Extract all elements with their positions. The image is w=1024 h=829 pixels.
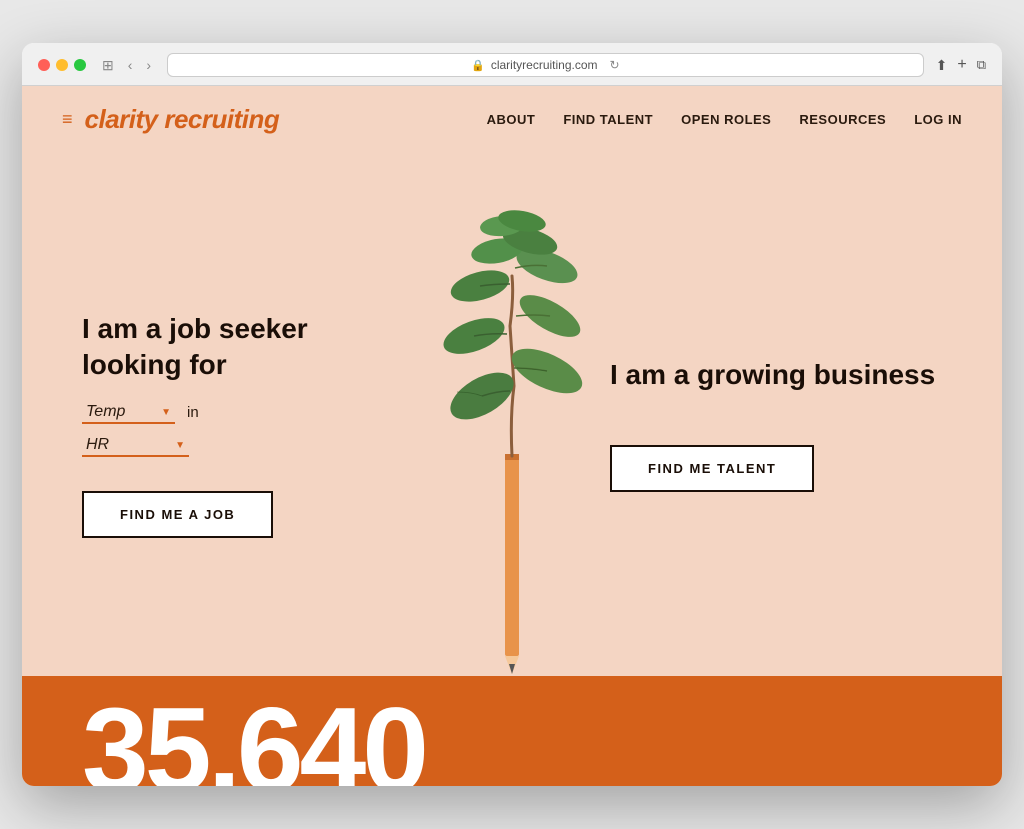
hero-right-panel: I am a growing business FIND ME TALENT: [610, 173, 1002, 676]
job-type-row: Temp Full-time Part-time Contract ▼ in: [82, 401, 414, 424]
department-row: HR Finance Marketing IT Operations Sales…: [82, 434, 414, 457]
close-button[interactable]: [38, 59, 50, 71]
browser-nav-controls: ⊞ ‹ ›: [98, 55, 155, 76]
job-type-select[interactable]: Temp Full-time Part-time Contract: [82, 401, 175, 424]
url-text: clarityrecruiting.com: [491, 58, 598, 72]
forward-button[interactable]: ›: [142, 55, 155, 75]
find-me-job-button[interactable]: FIND ME A JOB: [82, 491, 273, 538]
hero-left-panel: I am a job seeker looking for Temp Full-…: [22, 173, 414, 676]
browser-actions: ⬆ + ⧉: [936, 56, 986, 74]
nav-find-talent[interactable]: FIND TALENT: [563, 112, 653, 127]
logo-area: ≡ clarity recruiting: [62, 104, 279, 135]
reload-icon[interactable]: ↻: [610, 58, 620, 72]
logo-text: clarity recruiting: [85, 104, 280, 135]
tabs-icon[interactable]: ⧉: [977, 57, 986, 73]
lock-icon: 🔒: [471, 59, 485, 72]
department-dropdown-wrapper: HR Finance Marketing IT Operations Sales…: [82, 434, 189, 457]
minimize-button[interactable]: [56, 59, 68, 71]
job-seeker-heading: I am a job seeker looking for: [82, 311, 414, 384]
traffic-lights: [38, 59, 86, 71]
nav-about[interactable]: ABOUT: [487, 112, 536, 127]
department-select[interactable]: HR Finance Marketing IT Operations Sales: [82, 434, 189, 457]
bottom-stats-section: 35,640: [22, 676, 1002, 786]
find-me-talent-button[interactable]: FIND ME TALENT: [610, 445, 814, 492]
growing-business-heading: I am a growing business: [610, 357, 935, 393]
stats-numbers: 35,640: [82, 696, 425, 786]
nav-open-roles[interactable]: OPEN ROLES: [681, 112, 771, 127]
main-nav: ≡ clarity recruiting ABOUT FIND TALENT O…: [22, 86, 1002, 153]
browser-layout-icon[interactable]: ⊞: [98, 55, 118, 76]
hero-section: I am a job seeker looking for Temp Full-…: [22, 153, 1002, 676]
fullscreen-button[interactable]: [74, 59, 86, 71]
browser-window: ⊞ ‹ › 🔒 clarityrecruiting.com ↻ ⬆ + ⧉ ≡ …: [22, 43, 1002, 786]
new-tab-icon[interactable]: +: [957, 56, 966, 74]
plant-pencil-svg: [402, 196, 622, 676]
plant-illustration-area: [392, 196, 632, 676]
nav-resources[interactable]: RESOURCES: [799, 112, 886, 127]
back-button[interactable]: ‹: [124, 55, 137, 75]
nav-log-in[interactable]: LOG IN: [914, 112, 962, 127]
job-type-dropdown-wrapper: Temp Full-time Part-time Contract ▼: [82, 401, 175, 424]
address-bar[interactable]: 🔒 clarityrecruiting.com ↻: [167, 53, 924, 77]
share-icon[interactable]: ⬆: [936, 57, 948, 74]
location-connector: in: [187, 404, 199, 421]
browser-chrome: ⊞ ‹ › 🔒 clarityrecruiting.com ↻ ⬆ + ⧉: [22, 43, 1002, 86]
hamburger-icon[interactable]: ≡: [62, 109, 73, 130]
website: ≡ clarity recruiting ABOUT FIND TALENT O…: [22, 86, 1002, 786]
nav-links: ABOUT FIND TALENT OPEN ROLES RESOURCES L…: [487, 112, 962, 127]
